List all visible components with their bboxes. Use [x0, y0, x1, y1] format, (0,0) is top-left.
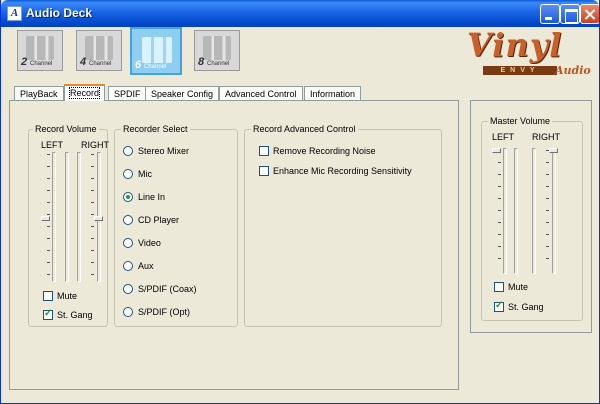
tab-label: PlayBack	[20, 89, 58, 99]
remove-noise-label: Remove Recording Noise	[273, 146, 376, 156]
master-left-slider[interactable]	[488, 148, 512, 276]
option-label: S/PDIF (Opt)	[138, 307, 191, 317]
option-label: Mic	[138, 169, 152, 179]
remove-noise-checkbox[interactable]	[259, 146, 269, 156]
close-button[interactable]	[580, 4, 599, 24]
tab-spdif[interactable]: SPDIF	[108, 86, 147, 101]
envy-logo: ENVY	[483, 66, 557, 75]
record-left-slider[interactable]	[37, 152, 61, 284]
slider-thumb[interactable]	[41, 216, 50, 221]
slider-thumb[interactable]	[94, 216, 103, 221]
radio-line-in[interactable]	[123, 192, 133, 202]
recorder-select-title: Recorder Select	[121, 124, 190, 134]
left-label: LEFT	[492, 132, 515, 142]
radio-spdif-opt[interactable]	[123, 307, 133, 317]
tab-record[interactable]: Record	[64, 84, 106, 101]
channel-label: Channel	[89, 61, 112, 67]
channel-number: 4	[80, 56, 87, 68]
channel-number: 6	[135, 59, 142, 71]
tab-advanced-control[interactable]: Advanced Control	[219, 86, 303, 101]
record-advanced-group: Record Advanced Control Remove Recording…	[244, 124, 442, 327]
master-volume-panel: Master Volume LEFT RIGHT Mute ✓ St. Gang	[470, 100, 592, 333]
master-level-meter-right	[532, 148, 536, 274]
channel-number: 8	[198, 56, 205, 68]
channel-6-button[interactable]: 6 Channel	[130, 27, 182, 75]
speaker-icon	[203, 36, 231, 60]
master-stgang-label: St. Gang	[508, 302, 544, 312]
record-stgang-label: St. Gang	[57, 310, 93, 320]
enhance-mic-checkbox[interactable]	[259, 166, 269, 176]
record-tab-panel: Record Volume LEFT RIGHT Mute ✓ St. Gang…	[9, 100, 459, 390]
channel-number: 2	[21, 56, 28, 68]
option-label: Video	[138, 238, 161, 248]
channel-4-button[interactable]: 4 Channel	[76, 30, 122, 71]
app-icon: A	[7, 6, 22, 21]
record-volume-title: Record Volume	[33, 124, 99, 134]
channel-2-button[interactable]: 2 Channel	[17, 30, 63, 71]
enhance-mic-label: Enhance Mic Recording Sensitivity	[273, 166, 412, 176]
tab-speaker-config[interactable]: Speaker Config	[145, 86, 220, 101]
record-volume-group: Record Volume LEFT RIGHT Mute ✓ St. Gang	[28, 124, 109, 327]
audio-deck-window: A Audio Deck 2 Channel 4 Channel 6 Chann…	[0, 0, 600, 404]
tab-label: Information	[310, 89, 356, 99]
tab-information[interactable]: Information	[304, 86, 362, 101]
record-mute-label: Mute	[57, 291, 78, 301]
master-stgang-checkbox[interactable]	[494, 300, 504, 312]
option-label: CD Player	[138, 215, 180, 225]
radio-aux[interactable]	[123, 261, 133, 271]
minimize-button[interactable]	[540, 4, 560, 24]
radio-cd-player[interactable]	[123, 215, 133, 225]
channel-label: Channel	[207, 61, 230, 67]
audio-logo: Audio	[555, 64, 591, 77]
tab-label: SPDIF	[114, 89, 141, 99]
master-level-meter-left	[514, 148, 518, 274]
master-volume-title: Master Volume	[488, 116, 553, 126]
record-mute-checkbox[interactable]	[43, 291, 53, 301]
vinyl-logo: Vinyl	[467, 26, 563, 64]
master-mute-checkbox[interactable]	[494, 282, 504, 292]
record-advanced-title: Record Advanced Control	[251, 124, 358, 134]
right-label: RIGHT	[81, 140, 109, 150]
left-label: LEFT	[41, 140, 64, 150]
record-level-meter-left	[65, 152, 69, 282]
radio-spdif-coax[interactable]	[123, 284, 133, 294]
slider-thumb[interactable]	[549, 148, 558, 153]
radio-mic[interactable]	[123, 169, 133, 179]
option-label: Line In	[138, 192, 166, 202]
tab-label: Record	[68, 87, 101, 99]
tab-playback[interactable]: PlayBack	[14, 86, 64, 101]
right-label: RIGHT	[532, 132, 560, 142]
master-volume-group: Master Volume LEFT RIGHT Mute ✓ St. Gang	[481, 116, 583, 321]
channel-label: Channel	[144, 64, 167, 70]
option-label: S/PDIF (Coax)	[138, 284, 197, 294]
radio-video[interactable]	[123, 238, 133, 248]
option-label: Aux	[138, 261, 154, 271]
option-label: Stereo Mixer	[138, 146, 190, 156]
record-right-slider[interactable]	[83, 152, 107, 284]
channel-label: Channel	[30, 61, 53, 67]
master-mute-label: Mute	[508, 282, 529, 292]
record-level-meter-right	[77, 152, 81, 282]
speaker-icon	[26, 36, 54, 60]
radio-stereo-mixer[interactable]	[123, 146, 133, 156]
slider-thumb[interactable]	[492, 148, 501, 153]
window-title: Audio Deck	[26, 6, 93, 20]
speaker-icon	[142, 37, 172, 63]
recorder-select-group: Recorder Select Stereo Mixer Mic Line In…	[114, 124, 238, 327]
tab-label: Advanced Control	[225, 89, 297, 99]
channel-8-button[interactable]: 8 Channel	[194, 30, 240, 71]
title-bar[interactable]: A Audio Deck	[1, 0, 599, 27]
master-right-slider[interactable]	[538, 148, 562, 276]
tab-label: Speaker Config	[151, 89, 214, 99]
speaker-icon	[85, 36, 113, 60]
maximize-button[interactable]	[560, 4, 580, 24]
record-stgang-checkbox[interactable]	[43, 308, 53, 320]
